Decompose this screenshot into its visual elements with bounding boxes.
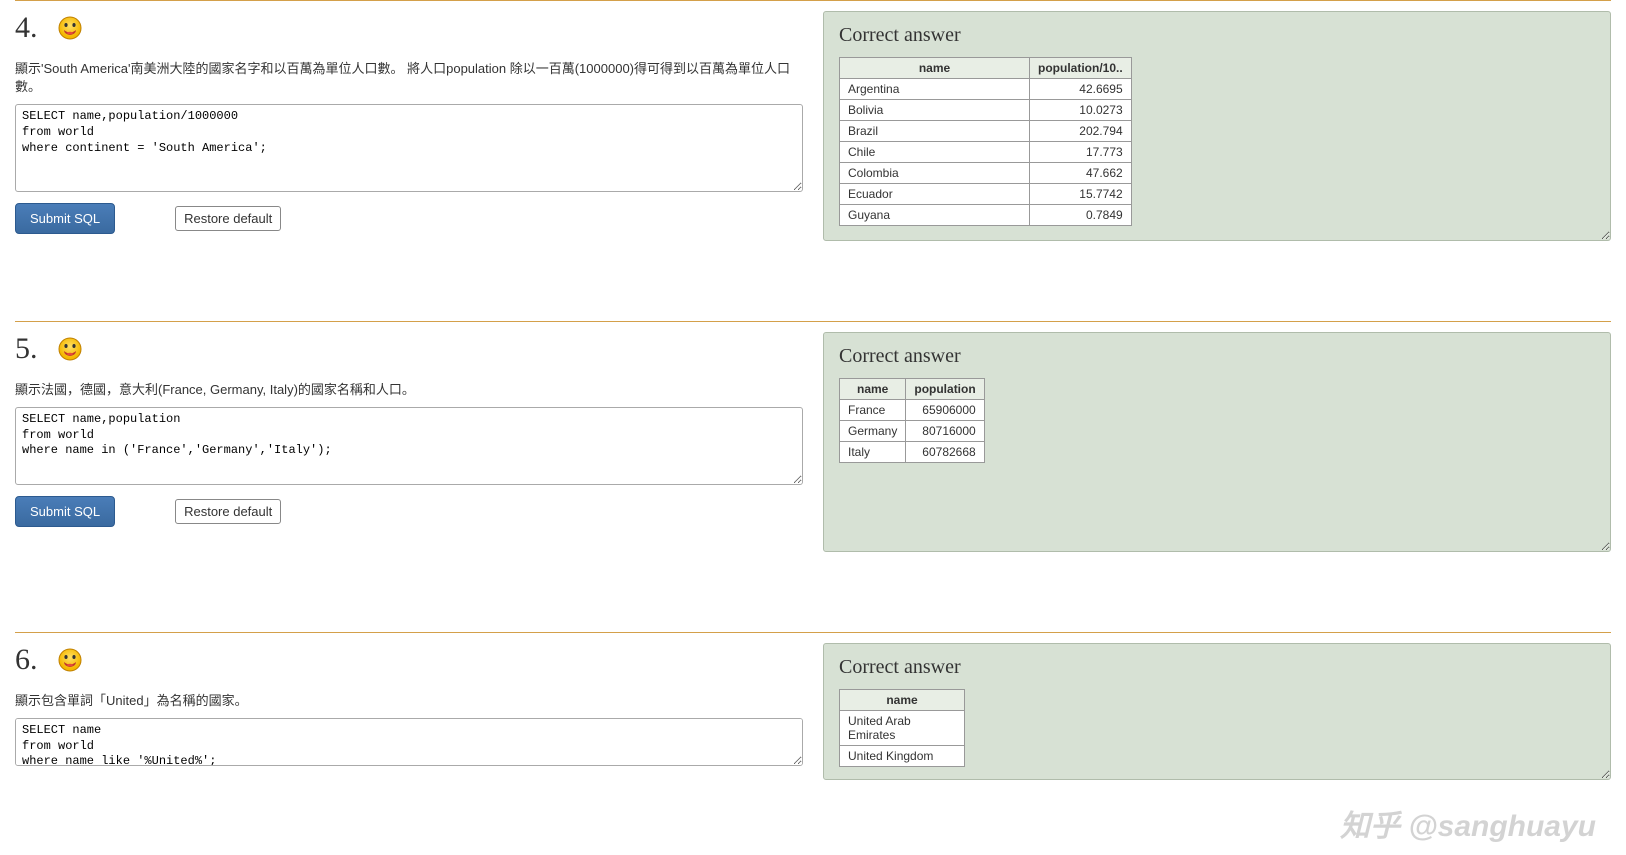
- table-row: Brazil202.794: [840, 121, 1132, 142]
- answer-title: Correct answer: [839, 24, 1595, 47]
- answer-panel: Correct answer name population/10.. Arge…: [823, 11, 1611, 241]
- question-header: 5.: [15, 332, 803, 366]
- question-section-6: 6. 顯示包含單詞「United」為名稱的國家。 Correct answer …: [15, 633, 1611, 780]
- table-cell: 47.662: [1030, 163, 1132, 184]
- table-cell: 202.794: [1030, 121, 1132, 142]
- result-table-5: name population France65906000Germany807…: [839, 378, 985, 463]
- spacer: [15, 241, 1611, 321]
- table-row: Chile17.773: [840, 142, 1132, 163]
- col-header: name: [840, 379, 906, 400]
- result-scroll[interactable]: name population/10.. Argentina42.6695Bol…: [839, 57, 1595, 226]
- col-header: name: [840, 58, 1030, 79]
- table-row: Italy60782668: [840, 442, 985, 463]
- question-number: 5.: [15, 332, 38, 366]
- table-cell: 42.6695: [1030, 79, 1132, 100]
- question-header: 4.: [15, 11, 803, 45]
- watermark: 知乎 @sanghuayu: [1340, 801, 1596, 845]
- table-row: France65906000: [840, 400, 985, 421]
- sql-input[interactable]: [15, 104, 803, 192]
- question-section-5: 5. 顯示法國，德國，意大利(France, Germany, Italy)的國…: [15, 322, 1611, 552]
- smiley-icon: [58, 648, 82, 672]
- answer-right: Correct answer name population France659…: [823, 332, 1611, 552]
- table-row: United Arab Emirates: [840, 711, 965, 746]
- answer-panel: Correct answer name population France659…: [823, 332, 1611, 552]
- table-row: Germany80716000: [840, 421, 985, 442]
- sql-input[interactable]: [15, 407, 803, 485]
- question-left: 5. 顯示法國，德國，意大利(France, Germany, Italy)的國…: [15, 332, 823, 552]
- question-section-4: 4. 顯示'South America'南美洲大陸的國家名字和以百萬為單位人口數…: [15, 1, 1611, 241]
- result-table-4: name population/10.. Argentina42.6695Bol…: [839, 57, 1132, 226]
- col-header: population/10..: [1030, 58, 1132, 79]
- submit-sql-button[interactable]: Submit SQL: [15, 203, 115, 234]
- answer-title: Correct answer: [839, 656, 1595, 679]
- table-cell: Colombia: [840, 163, 1030, 184]
- table-cell: Germany: [840, 421, 906, 442]
- question-description: 顯示法國，德國，意大利(France, Germany, Italy)的國家名稱…: [15, 381, 803, 399]
- table-row: United Kingdom: [840, 746, 965, 767]
- table-cell: Brazil: [840, 121, 1030, 142]
- table-cell: 60782668: [906, 442, 984, 463]
- table-cell: France: [840, 400, 906, 421]
- smiley-icon: [58, 16, 82, 40]
- sql-input[interactable]: [15, 718, 803, 766]
- question-number: 6.: [15, 643, 38, 677]
- table-cell: 15.7742: [1030, 184, 1132, 205]
- question-description: 顯示'South America'南美洲大陸的國家名字和以百萬為單位人口數。 將…: [15, 60, 803, 96]
- button-row: Submit SQL Restore default: [15, 203, 803, 234]
- answer-title: Correct answer: [839, 345, 1595, 368]
- question-header: 6.: [15, 643, 803, 677]
- answer-right: Correct answer name United Arab Emirates…: [823, 643, 1611, 780]
- restore-default-button[interactable]: Restore default: [175, 499, 281, 524]
- spacer: [15, 552, 1611, 632]
- table-cell: 65906000: [906, 400, 984, 421]
- table-cell: 0.7849: [1030, 205, 1132, 226]
- table-cell: Argentina: [840, 79, 1030, 100]
- answer-right: Correct answer name population/10.. Arge…: [823, 11, 1611, 241]
- question-description: 顯示包含單詞「United」為名稱的國家。: [15, 692, 803, 710]
- button-row: Submit SQL Restore default: [15, 496, 803, 527]
- result-table-6: name United Arab EmiratesUnited Kingdom: [839, 689, 965, 767]
- restore-default-button[interactable]: Restore default: [175, 206, 281, 231]
- smiley-icon: [58, 337, 82, 361]
- table-cell: Ecuador: [840, 184, 1030, 205]
- table-cell: United Kingdom: [840, 746, 965, 767]
- table-cell: Bolivia: [840, 100, 1030, 121]
- table-row: Ecuador15.7742: [840, 184, 1132, 205]
- table-row: Guyana0.7849: [840, 205, 1132, 226]
- table-cell: Guyana: [840, 205, 1030, 226]
- table-cell: 10.0273: [1030, 100, 1132, 121]
- table-row: Bolivia10.0273: [840, 100, 1132, 121]
- table-cell: United Arab Emirates: [840, 711, 965, 746]
- table-cell: 80716000: [906, 421, 984, 442]
- col-header: name: [840, 690, 965, 711]
- table-row: Argentina42.6695: [840, 79, 1132, 100]
- answer-panel: Correct answer name United Arab Emirates…: [823, 643, 1611, 780]
- table-row: Colombia47.662: [840, 163, 1132, 184]
- table-cell: Chile: [840, 142, 1030, 163]
- question-left: 4. 顯示'South America'南美洲大陸的國家名字和以百萬為單位人口數…: [15, 11, 823, 241]
- table-cell: 17.773: [1030, 142, 1132, 163]
- table-cell: Italy: [840, 442, 906, 463]
- question-number: 4.: [15, 11, 38, 45]
- col-header: population: [906, 379, 984, 400]
- submit-sql-button[interactable]: Submit SQL: [15, 496, 115, 527]
- question-left: 6. 顯示包含單詞「United」為名稱的國家。: [15, 643, 823, 780]
